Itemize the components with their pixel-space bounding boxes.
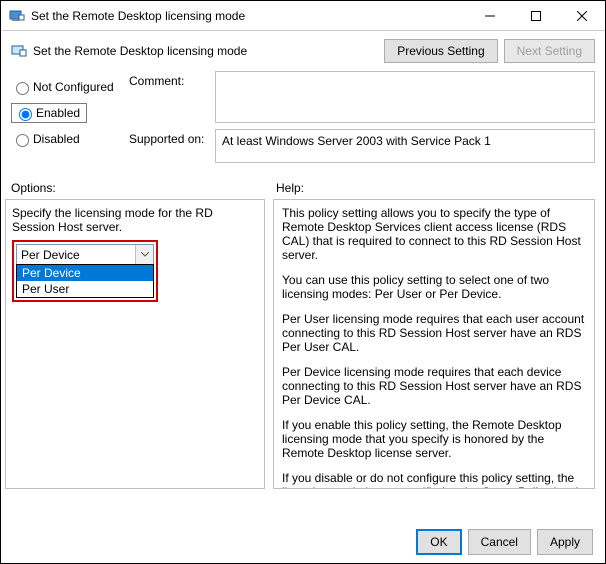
options-panel: Specify the licensing mode for the RD Se… bbox=[5, 199, 265, 489]
radio-disabled[interactable]: Disabled bbox=[11, 131, 129, 147]
supported-value: At least Windows Server 2003 with Servic… bbox=[222, 134, 491, 148]
radio-not-configured[interactable]: Not Configured bbox=[11, 79, 129, 95]
titlebar: Set the Remote Desktop licensing mode bbox=[1, 1, 605, 31]
state-radio-group: Not Configured Enabled Disabled bbox=[11, 71, 129, 169]
help-paragraph: Per Device licensing mode requires that … bbox=[282, 365, 586, 407]
help-paragraph: If you enable this policy setting, the R… bbox=[282, 418, 586, 460]
help-panel: This policy setting allows you to specif… bbox=[273, 199, 595, 489]
cancel-button[interactable]: Cancel bbox=[468, 529, 531, 555]
radio-label: Disabled bbox=[33, 132, 80, 146]
apply-button[interactable]: Apply bbox=[537, 529, 593, 555]
ok-button[interactable]: OK bbox=[416, 529, 461, 555]
licensing-mode-combo[interactable]: Per Device bbox=[16, 244, 154, 265]
help-paragraph: You can use this policy setting to selec… bbox=[282, 273, 586, 301]
supported-text: At least Windows Server 2003 with Servic… bbox=[215, 129, 595, 163]
options-label: Options: bbox=[11, 181, 276, 195]
combo-value: Per Device bbox=[17, 246, 135, 264]
chevron-down-icon[interactable] bbox=[135, 245, 153, 264]
header-subtitle: Set the Remote Desktop licensing mode bbox=[33, 44, 247, 58]
dialog-buttons: OK Cancel Apply bbox=[410, 529, 593, 555]
help-paragraph: If you disable or do not configure this … bbox=[282, 471, 586, 489]
maximize-button[interactable] bbox=[513, 1, 559, 31]
app-icon bbox=[9, 8, 25, 24]
close-button[interactable] bbox=[559, 1, 605, 31]
highlight-box: Per Device Per Device Per User bbox=[12, 240, 158, 302]
options-instruction: Specify the licensing mode for the RD Se… bbox=[12, 206, 258, 234]
previous-setting-button[interactable]: Previous Setting bbox=[384, 39, 497, 63]
dropdown-option-per-user[interactable]: Per User bbox=[17, 281, 153, 297]
licensing-mode-dropdown: Per Device Per User bbox=[16, 264, 154, 298]
radio-label: Not Configured bbox=[33, 80, 114, 94]
header-row: Set the Remote Desktop licensing mode Pr… bbox=[1, 31, 605, 67]
comment-label: Comment: bbox=[129, 71, 215, 88]
dropdown-option-per-device[interactable]: Per Device bbox=[17, 265, 153, 281]
radio-enabled[interactable]: Enabled bbox=[11, 103, 87, 123]
supported-label: Supported on: bbox=[129, 129, 215, 146]
policy-icon bbox=[11, 43, 27, 59]
help-paragraph: This policy setting allows you to specif… bbox=[282, 206, 586, 262]
next-setting-button: Next Setting bbox=[504, 39, 595, 63]
radio-label: Enabled bbox=[36, 106, 80, 120]
comment-textarea[interactable] bbox=[215, 71, 595, 123]
help-paragraph: Per User licensing mode requires that ea… bbox=[282, 312, 586, 354]
minimize-button[interactable] bbox=[467, 1, 513, 31]
window-title: Set the Remote Desktop licensing mode bbox=[31, 9, 245, 23]
help-label: Help: bbox=[276, 181, 304, 195]
